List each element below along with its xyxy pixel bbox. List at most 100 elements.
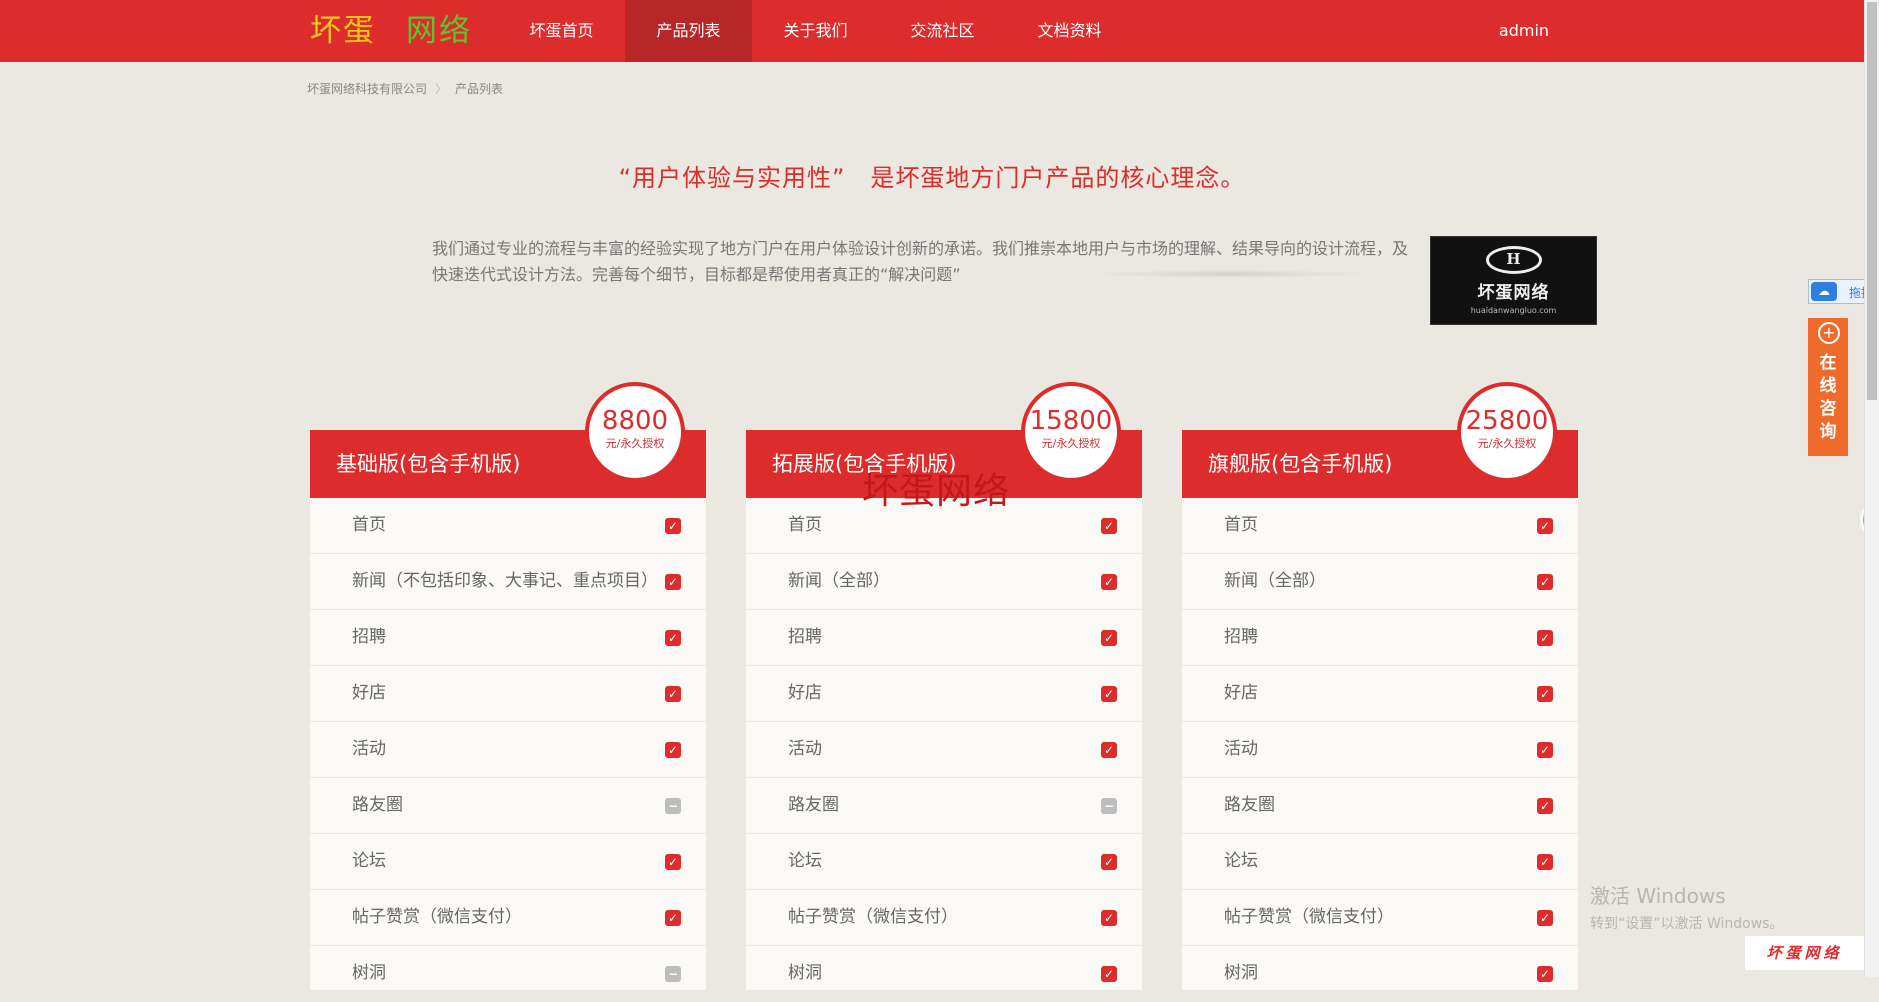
feature-label: 首页 xyxy=(352,515,386,535)
activation-subtitle: 转到“设置”以激活 Windows。 xyxy=(1590,916,1784,932)
checkbox-disabled-icon: − xyxy=(1101,798,1117,814)
pricing-card-3: 旗舰版(包含手机版) 25800 元/永久授权 首页 ✓ 新闻（全部） ✓ 招聘 ✓ 好店 ✓… xyxy=(1182,382,1578,1002)
feature-label: 首页 xyxy=(1224,515,1258,535)
nav-item-about[interactable]: 关于我们 xyxy=(752,0,879,62)
feature-label: 路友圈 xyxy=(352,795,403,815)
feature-label: 招聘 xyxy=(1224,627,1258,647)
nav-item-home[interactable]: 坏蛋首页 xyxy=(498,0,625,62)
feature-label: 新闻（不包括印象、大事记、重点项目） xyxy=(352,571,658,591)
logo-part-2: 网络 xyxy=(406,13,472,49)
checkbox-checked-icon: ✓ xyxy=(665,686,681,702)
logo-image-text: 坏蛋网络 xyxy=(1477,283,1550,303)
feature-label: 招聘 xyxy=(788,627,822,647)
feature-label: 活动 xyxy=(1224,739,1258,759)
checkbox-checked-icon: ✓ xyxy=(1537,798,1553,814)
feature-row: 论坛 ✓ xyxy=(1182,834,1578,890)
top-nav-bar: 坏蛋 网络 坏蛋首页 产品列表 关于我们 交流社区 文档资料 admin xyxy=(0,0,1864,62)
breadcrumb-separator: 〉 xyxy=(435,82,448,96)
feature-label: 论坛 xyxy=(788,851,822,871)
windows-activation-watermark: 激活 Windows 转到“设置”以激活 Windows。 xyxy=(1590,880,1783,933)
plan-price: 25800 xyxy=(1465,406,1549,436)
feature-row: 活动 ✓ xyxy=(746,722,1142,778)
site-logo[interactable]: 坏蛋 网络 xyxy=(310,8,472,54)
feature-label: 好店 xyxy=(788,683,822,703)
breadcrumb: 坏蛋网络科技有限公司 〉 产品列表 xyxy=(307,80,503,97)
feature-row: 路友圈 − xyxy=(310,778,706,834)
checkbox-checked-icon: ✓ xyxy=(1537,518,1553,534)
watermark-text: 坏蛋网络 xyxy=(862,471,1011,512)
plan-price-unit: 元/永久授权 xyxy=(1477,437,1537,450)
pricing-card-header: 基础版(包含手机版) 8800 元/永久授权 xyxy=(310,382,706,498)
feature-row: 招聘 ✓ xyxy=(746,610,1142,666)
scrollbar-thumb[interactable] xyxy=(1867,2,1877,400)
checkbox-checked-icon: ✓ xyxy=(1101,966,1117,982)
price-badge: 15800 元/永久授权 xyxy=(1021,382,1121,482)
feature-label: 首页 xyxy=(788,515,822,535)
checkbox-checked-icon: ✓ xyxy=(665,742,681,758)
checkbox-checked-icon: ✓ xyxy=(665,910,681,926)
checkbox-disabled-icon: − xyxy=(665,966,681,982)
corner-logo: 坏蛋网络 xyxy=(1745,936,1864,970)
online-consult-label: 在线咨询 xyxy=(1819,353,1837,442)
feature-label: 帖子赞赏（微信支付） xyxy=(352,907,522,927)
pricing-card-2: 拓展版(包含手机版) 15800 元/永久授权 首页 ✓ 新闻（全部） ✓ 招聘 ✓ 好店 ✓… xyxy=(746,382,1142,1002)
breadcrumb-home-link[interactable]: 坏蛋网络科技有限公司 xyxy=(307,80,427,97)
price-badge: 25800 元/永久授权 xyxy=(1457,382,1557,482)
feature-row: 首页 ✓ xyxy=(310,498,706,554)
feature-label: 新闻（全部） xyxy=(788,571,890,591)
feature-label: 活动 xyxy=(352,739,386,759)
activation-title: 激活 Windows xyxy=(1590,884,1726,908)
feature-row: 活动 ✓ xyxy=(310,722,706,778)
plan-price-unit: 元/永久授权 xyxy=(1041,437,1101,450)
feature-row: 新闻（全部） ✓ xyxy=(1182,554,1578,610)
checkbox-checked-icon: ✓ xyxy=(1537,854,1553,870)
checkbox-checked-icon: ✓ xyxy=(1101,742,1117,758)
feature-row: 活动 ✓ xyxy=(1182,722,1578,778)
checkbox-checked-icon: ✓ xyxy=(665,518,681,534)
checkbox-checked-icon: ✓ xyxy=(1101,854,1117,870)
feature-row: 论坛 ✓ xyxy=(310,834,706,890)
checkbox-checked-icon: ✓ xyxy=(1537,742,1553,758)
page-scrollbar[interactable] xyxy=(1864,0,1879,977)
feature-label: 路友圈 xyxy=(788,795,839,815)
checkbox-checked-icon: ✓ xyxy=(1537,910,1553,926)
logo-part-1: 坏蛋 xyxy=(310,13,376,49)
nav-item-community[interactable]: 交流社区 xyxy=(879,0,1006,62)
checkbox-checked-icon: ✓ xyxy=(1101,686,1117,702)
checkbox-checked-icon: ✓ xyxy=(1101,630,1117,646)
user-menu-admin[interactable]: admin xyxy=(1476,0,1572,62)
pricing-card-header: 旗舰版(包含手机版) 25800 元/永久授权 xyxy=(1182,382,1578,498)
feature-list: 首页 ✓ 新闻（全部） ✓ 招聘 ✓ 好店 ✓ 活动 ✓ 路友圈 − 论坛 ✓ 帖子赞赏（微信支付） ✓ 树洞 ✓ xyxy=(746,498,1142,1002)
plan-price: 15800 xyxy=(1029,406,1113,436)
checkbox-checked-icon: ✓ xyxy=(665,854,681,870)
feature-label: 帖子赞赏（微信支付） xyxy=(1224,907,1394,927)
feature-label: 树洞 xyxy=(788,963,822,983)
feature-row: 路友圈 ✓ xyxy=(1182,778,1578,834)
feature-row: 树洞 ✓ xyxy=(746,946,1142,1002)
feature-row: 帖子赞赏（微信支付） ✓ xyxy=(746,890,1142,946)
nav-item-docs[interactable]: 文档资料 xyxy=(1006,0,1133,62)
feature-row: 帖子赞赏（微信支付） ✓ xyxy=(310,890,706,946)
main-nav: 坏蛋首页 产品列表 关于我们 交流社区 文档资料 xyxy=(498,0,1133,62)
feature-label: 新闻（全部） xyxy=(1224,571,1326,591)
plan-price-unit: 元/永久授权 xyxy=(605,437,665,450)
feature-label: 树洞 xyxy=(1224,963,1258,983)
feature-row: 帖子赞赏（微信支付） ✓ xyxy=(1182,890,1578,946)
feature-row: 新闻（全部） ✓ xyxy=(746,554,1142,610)
feature-label: 论坛 xyxy=(352,851,386,871)
feature-label: 招聘 xyxy=(352,627,386,647)
feature-row: 好店 ✓ xyxy=(310,666,706,722)
checkbox-checked-icon: ✓ xyxy=(1537,966,1553,982)
nav-item-products[interactable]: 产品列表 xyxy=(625,0,752,62)
feature-list: 首页 ✓ 新闻（不包括印象、大事记、重点项目） ✓ 招聘 ✓ 好店 ✓ 活动 ✓ 路友圈 − 论坛 ✓ 帖子… xyxy=(310,498,706,1002)
company-logo-image: H 坏蛋网络 huaidanwangluo.com xyxy=(1430,236,1597,325)
plus-circle-icon: + xyxy=(1818,322,1840,344)
price-badge: 8800 元/永久授权 xyxy=(585,382,685,482)
checkbox-checked-icon: ✓ xyxy=(665,630,681,646)
feature-label: 好店 xyxy=(1224,683,1258,703)
checkbox-disabled-icon: − xyxy=(665,798,681,814)
feature-label: 活动 xyxy=(788,739,822,759)
checkbox-checked-icon: ✓ xyxy=(1537,686,1553,702)
online-consult-button[interactable]: + 在线咨询 xyxy=(1808,318,1848,456)
logo-image-domain: huaidanwangluo.com xyxy=(1470,306,1557,315)
